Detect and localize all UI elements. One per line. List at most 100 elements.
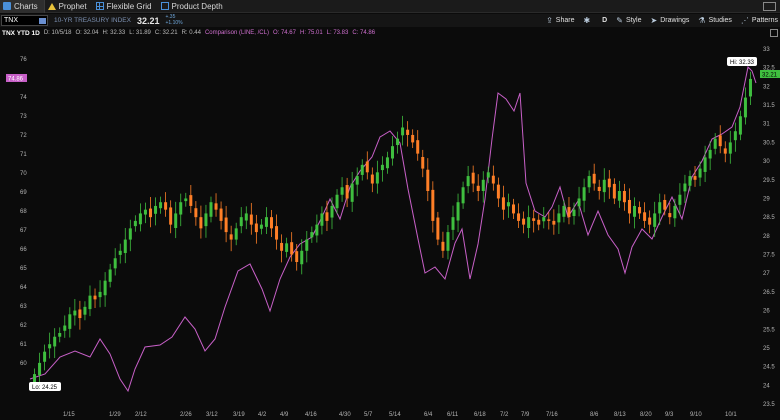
candle	[224, 205, 228, 243]
time-axis-tick: 1/29	[109, 412, 121, 418]
candle	[249, 202, 253, 235]
price-chart[interactable]: 7675747372717069686766656463626160 3332.…	[0, 39, 780, 420]
tab-flexible-grid[interactable]: Flexible Grid	[93, 0, 158, 13]
candle	[259, 219, 263, 235]
candle	[355, 167, 359, 197]
patterns-button[interactable]: ⋰ Patterns	[741, 16, 778, 25]
time-axis-tick: 7/16	[546, 412, 558, 418]
candle	[48, 332, 52, 359]
share-button[interactable]: ⇪ Share	[546, 16, 574, 25]
bar-open: O: 32.04	[75, 30, 99, 36]
depth-icon	[160, 2, 169, 10]
candle	[718, 125, 722, 154]
candle	[391, 136, 394, 166]
candle	[602, 168, 606, 203]
time-axis-tick: 8/6	[590, 412, 599, 418]
candle	[269, 210, 273, 237]
time-axis-tick: 4/16	[305, 412, 317, 418]
left-axis-tick: 72	[20, 133, 27, 139]
tab-charts[interactable]: Charts	[0, 0, 45, 13]
candle	[43, 344, 47, 371]
bar-close: C: 32.21	[154, 30, 178, 36]
style-icon: ✎	[616, 16, 623, 25]
candle	[693, 165, 697, 187]
settings-button[interactable]: ✱	[583, 16, 593, 25]
last-price-tag-text: 32.21	[762, 73, 778, 79]
left-axis-tick: 60	[20, 361, 27, 367]
candle	[194, 201, 198, 226]
candle	[537, 214, 541, 231]
chart-header: TNX YTD 1D D: 10/5/18 O: 32.04 H: 32.33 …	[0, 27, 780, 39]
share-icon: ⇪	[546, 16, 553, 25]
candle	[320, 206, 324, 235]
candle	[577, 186, 581, 217]
candle	[375, 160, 379, 194]
candle	[365, 151, 369, 180]
left-axis-tick: 63	[20, 304, 27, 310]
chart-labels: Hi: 32.33 Lo: 24.25 32.21 74.86	[6, 57, 780, 391]
time-axis: 1/15 1/29 2/12 2/26 3/12 3/19 4/2 4/9 4/16 4/30 5/…	[63, 412, 737, 418]
right-axis-tick: 25	[763, 346, 770, 352]
hi-bubble: Hi: 32.33	[727, 57, 757, 66]
trading-app: Charts Prophet Flexible Grid Product Dep…	[0, 0, 780, 420]
candle	[93, 288, 97, 308]
candle	[597, 179, 601, 200]
candle	[622, 183, 626, 211]
candle	[275, 214, 279, 250]
comparison-price-tag-text: 74.86	[8, 77, 24, 83]
left-axis-tick: 66	[20, 247, 27, 253]
left-axis-tick: 61	[20, 342, 27, 348]
chevron-down-icon[interactable]	[39, 18, 46, 24]
candle	[743, 87, 747, 125]
symbol-input[interactable]: TNX	[1, 15, 48, 26]
candle	[164, 192, 168, 217]
chart-header-tools	[767, 27, 778, 39]
candle	[148, 196, 152, 228]
bar-high: H: 32.33	[102, 30, 126, 36]
left-axis-tick: 74	[20, 95, 27, 101]
candle	[214, 193, 218, 217]
tab-product-depth[interactable]: Product Depth	[158, 0, 229, 13]
style-button[interactable]: ✎ Style	[616, 16, 641, 25]
left-axis-tick: 69	[20, 190, 27, 196]
candle	[648, 210, 652, 234]
time-axis-tick: 9/3	[665, 412, 674, 418]
studies-button[interactable]: ⚗ Studies	[698, 16, 732, 25]
candle	[587, 170, 591, 193]
candle	[527, 205, 531, 239]
candle	[325, 200, 329, 231]
candle	[461, 181, 465, 209]
drawings-button[interactable]: ➤ Drawings	[651, 16, 690, 25]
candle	[562, 200, 566, 223]
patterns-label: Patterns	[751, 17, 778, 24]
candle	[219, 201, 223, 230]
candle	[133, 215, 137, 232]
candle	[179, 193, 183, 227]
candle	[733, 122, 737, 152]
candle	[290, 232, 294, 262]
candle	[506, 193, 510, 218]
collapse-icon[interactable]	[770, 29, 778, 37]
studies-icon: ⚗	[698, 16, 706, 25]
tab-prophet[interactable]: Prophet	[45, 0, 93, 13]
candle	[638, 201, 642, 220]
right-axis-tick: 33	[763, 47, 770, 53]
left-axis-tick: 71	[20, 152, 27, 158]
candle	[396, 131, 400, 154]
candle	[380, 156, 384, 182]
comparison-close: C: 74.86	[352, 30, 376, 36]
time-axis-tick: 4/2	[258, 412, 267, 418]
candle	[254, 214, 258, 244]
aggregation-button[interactable]: D	[602, 17, 607, 24]
candle	[184, 192, 188, 207]
candle	[552, 209, 556, 235]
right-axis-tick: 26	[763, 309, 770, 315]
percent-change: +1.10%	[165, 19, 183, 26]
time-axis-tick: 8/13	[614, 412, 626, 418]
charts-icon	[3, 2, 11, 10]
maximize-window-button[interactable]	[763, 2, 776, 11]
comparison-low: L: 73.83	[326, 30, 349, 36]
candle	[204, 204, 208, 238]
candle	[174, 201, 178, 239]
candle	[244, 206, 248, 230]
